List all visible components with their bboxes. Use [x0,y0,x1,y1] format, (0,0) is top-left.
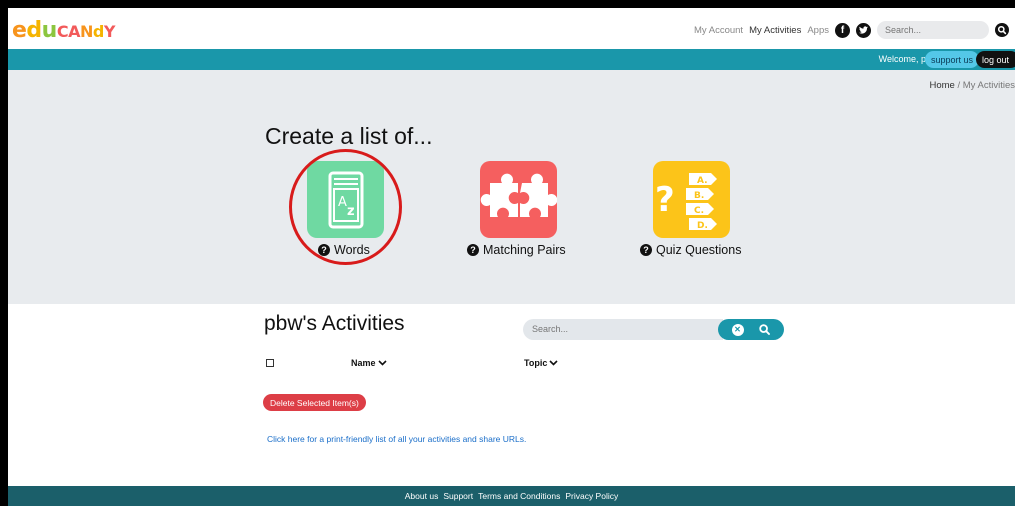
delete-selected-button[interactable]: Delete Selected Item(s) [263,394,366,411]
help-icon[interactable]: ? [640,244,652,256]
annotation-circle [289,149,402,265]
footer-privacy-link[interactable]: Privacy Policy [565,491,618,501]
column-name[interactable]: Name [351,358,387,368]
top-bar: eduCANdY My Account My Activities Apps f [8,8,1015,49]
quiz-letter-c: C. [694,206,704,216]
logo-letter: Y [103,22,116,41]
footer-about-link[interactable]: About us [405,491,439,501]
activities-search-controls: ✕ [718,319,784,340]
quiz-questions-label: Quiz Questions [656,243,742,257]
quiz-abcd-icon: ? A. B. C. D. [655,173,717,231]
footer-support-link[interactable]: Support [443,491,473,501]
activities-search-input[interactable]: Search... [523,319,723,340]
puzzle-icon [480,173,557,217]
facebook-icon[interactable]: f [835,22,850,38]
logo-letter: u [41,18,58,43]
breadcrumb-home[interactable]: Home [929,80,954,91]
breadcrumb-current: My Activities [962,80,1015,91]
logo-letter: e [12,18,27,43]
user-bar: Welcome, pbw! support us log out [8,49,1015,70]
column-topic[interactable]: Topic [524,358,558,368]
quiz-letter-d: D. [697,221,708,231]
matching-pairs-tile[interactable] [480,161,557,238]
matching-pairs-label: Matching Pairs [483,243,566,257]
create-section: Home / My Activities Create a list of...… [8,70,1015,304]
activities-title: pbw's Activities [264,312,405,335]
column-topic-label: Topic [524,358,548,368]
clear-search-icon[interactable]: ✕ [731,323,744,336]
chevron-down-icon [377,360,387,366]
create-title: Create a list of... [265,123,433,149]
logo-letter: d [26,18,42,43]
search-icon[interactable] [995,23,1009,37]
logo-letter: C [56,22,69,41]
search-icon[interactable] [759,324,771,336]
top-nav: My Account My Activities Apps f [694,20,1009,40]
matching-pairs-option[interactable]: ? Matching Pairs [467,243,566,257]
footer: About us Support Terms and Conditions Pr… [8,486,1015,506]
column-name-label: Name [351,358,376,368]
educandy-logo[interactable]: eduCANdY [12,20,115,43]
top-search-input[interactable] [877,21,989,39]
nav-my-account[interactable]: My Account [694,25,743,36]
quiz-letter-b: B. [694,191,704,201]
logo-letter: d [92,22,104,41]
print-friendly-link[interactable]: Click here for a print-friendly list of … [267,434,526,444]
quiz-letter-a: A. [697,176,708,186]
quiz-questions-tile[interactable]: ? A. B. C. D. [653,161,730,238]
support-us-button[interactable]: support us [924,51,979,68]
chevron-down-icon [549,360,558,366]
logo-letter: N [79,22,93,41]
nav-my-activities[interactable]: My Activities [749,25,801,36]
nav-apps[interactable]: Apps [807,25,829,36]
quiz-questions-option[interactable]: ? Quiz Questions [640,243,741,257]
quiz-question-mark: ? [655,180,675,220]
help-icon[interactable]: ? [467,244,479,256]
twitter-icon[interactable] [856,22,871,38]
select-all-checkbox[interactable] [266,359,274,367]
page: eduCANdY My Account My Activities Apps f… [8,8,1015,506]
footer-terms-link[interactable]: Terms and Conditions [478,491,560,501]
logout-button[interactable]: log out [975,51,1015,68]
logo-letter: A [68,22,80,41]
breadcrumb-separator: / [957,80,961,91]
breadcrumb: Home / My Activities [929,80,1015,91]
